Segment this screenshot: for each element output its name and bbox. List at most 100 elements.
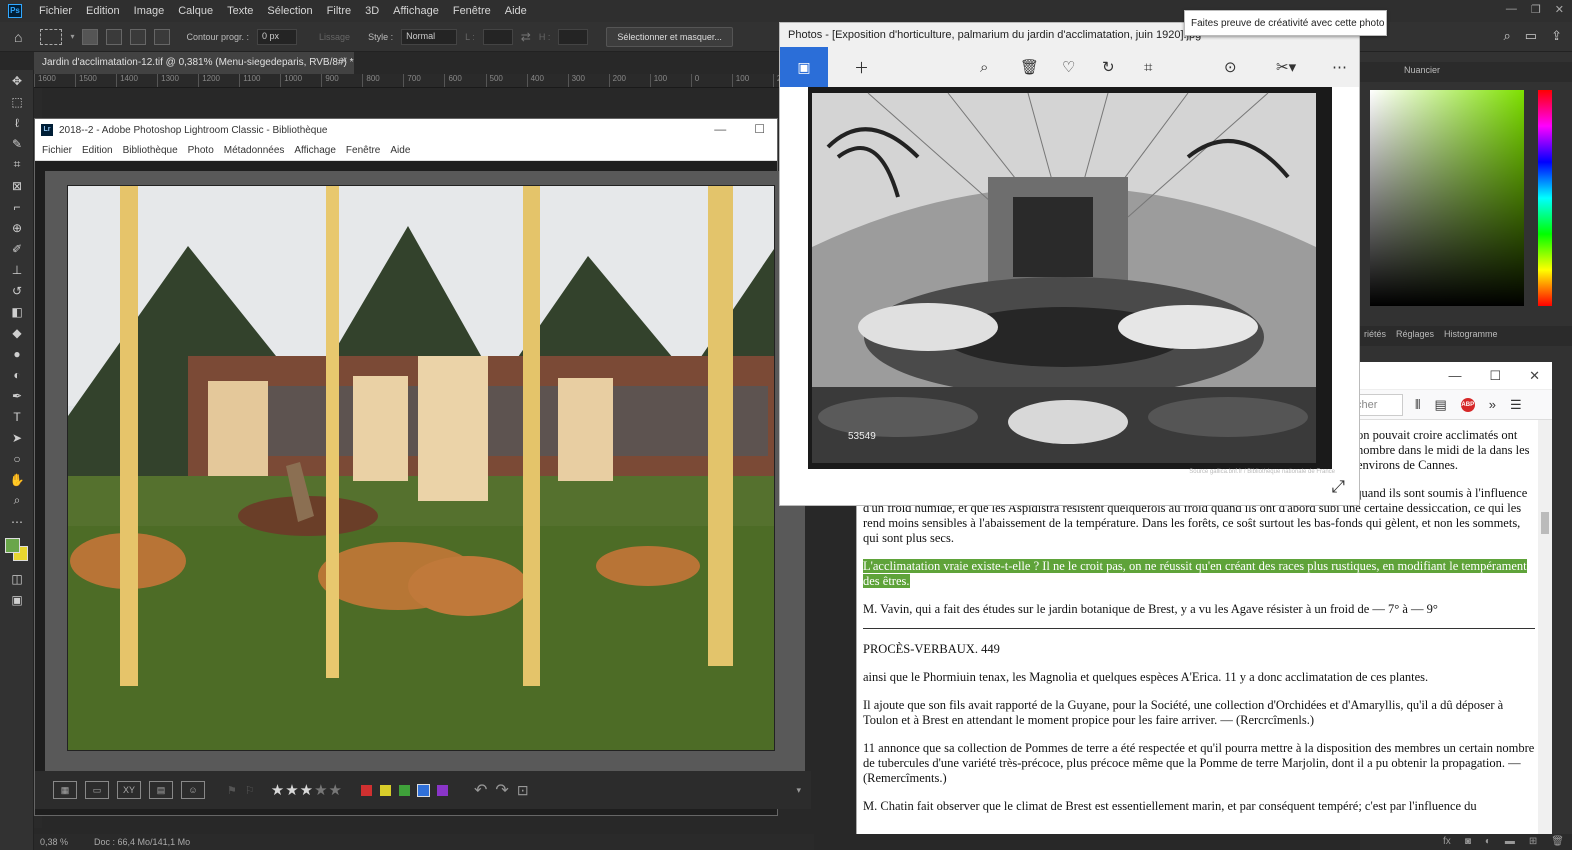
workspace-icon[interactable]: ▭ <box>1525 28 1537 44</box>
zoom-level[interactable]: 0,38 % <box>40 837 68 847</box>
share-icon[interactable]: ⇪ <box>1551 28 1562 44</box>
close-tab-icon[interactable]: ✕ <box>340 56 348 67</box>
tab-nuancier[interactable]: Nuancier <box>1404 65 1440 82</box>
subtract-selection-icon[interactable] <box>130 28 147 45</box>
minimize-icon[interactable]: — <box>1506 3 1517 16</box>
minimize-icon[interactable]: — <box>1448 368 1461 383</box>
red-label[interactable] <box>361 784 372 796</box>
crop-tool-icon[interactable]: ⌗ <box>0 154 34 175</box>
garden-photo[interactable] <box>67 185 775 751</box>
tab-proprietes[interactable]: riétés <box>1364 329 1386 346</box>
gallery-icon[interactable]: ▣ <box>780 47 828 87</box>
move-tool-icon[interactable]: ✥ <box>0 70 34 91</box>
close-icon[interactable]: ✕ <box>1529 368 1540 384</box>
dodge-tool-icon[interactable]: ◐ <box>0 364 34 385</box>
menu-filtre[interactable]: Filtre <box>320 5 358 17</box>
purple-label[interactable] <box>437 784 448 796</box>
toolbar-chevron-icon[interactable]: ▾ <box>796 785 801 796</box>
lasso-tool-icon[interactable]: ℓ <box>0 112 34 133</box>
maximize-icon[interactable]: ❐ <box>1531 3 1541 16</box>
maximize-icon[interactable]: ☐ <box>754 122 765 136</box>
scrollbar[interactable] <box>1538 420 1552 834</box>
library-icon[interactable]: ⫴ <box>1415 397 1420 413</box>
menu-texte[interactable]: Texte <box>220 5 260 17</box>
menu-fenetre[interactable]: Fenêtre <box>446 5 498 17</box>
eyedropper-tool-icon[interactable]: ⌐ <box>0 196 34 217</box>
brush-tool-icon[interactable]: ✐ <box>0 238 34 259</box>
feather-input[interactable]: 0 px <box>257 28 298 45</box>
rotate-icon[interactable]: ↻ <box>1102 47 1115 87</box>
lr-menu-bibliotheque[interactable]: Bibliothèque <box>118 145 183 156</box>
lr-menu-aide[interactable]: Aide <box>385 145 415 156</box>
path-select-tool-icon[interactable]: ➤ <box>0 427 34 448</box>
style-select[interactable]: Normal <box>401 28 458 45</box>
blur-tool-icon[interactable]: ● <box>0 343 34 364</box>
adjustment-icon[interactable]: ◐ <box>1485 836 1491 848</box>
more-tools-icon[interactable]: ⋯ <box>0 511 34 532</box>
maximize-icon[interactable]: ☐ <box>1489 368 1501 384</box>
delete-icon[interactable]: 🗑 <box>1020 47 1039 87</box>
fx-icon[interactable]: fx <box>1443 836 1451 848</box>
people-view-icon[interactable]: ☺ <box>181 781 205 799</box>
lr-menu-photo[interactable]: Photo <box>183 145 219 156</box>
rotate-right-icon[interactable]: ↷ <box>495 780 508 800</box>
menu-selection[interactable]: Sélection <box>260 5 319 17</box>
crop-overlay-icon[interactable]: ⊡ <box>517 782 529 799</box>
expand-icon[interactable]: ⤢ <box>1331 477 1345 497</box>
history-brush-icon[interactable]: ↺ <box>0 280 34 301</box>
screen-mode-icon[interactable]: ▣ <box>0 589 34 610</box>
survey-view-icon[interactable]: ▤ <box>149 781 173 799</box>
quick-select-tool-icon[interactable]: ✎ <box>0 133 34 154</box>
menu-fichier[interactable]: Fichier <box>32 5 79 17</box>
shape-tool-icon[interactable]: ○ <box>0 448 34 469</box>
tab-histogramme[interactable]: Histogramme <box>1444 329 1498 346</box>
lr-menu-affichage[interactable]: Affichage <box>289 145 341 156</box>
new-layer-icon[interactable]: ⊞ <box>1529 836 1537 848</box>
zoom-tool-icon[interactable]: ⌕ <box>0 490 34 511</box>
marquee-tool-icon[interactable]: ⬚ <box>0 91 34 112</box>
menu-3d[interactable]: 3D <box>358 5 386 17</box>
chevron-down-icon[interactable]: ▾ <box>70 32 74 41</box>
text-tool-icon[interactable]: T <box>0 406 34 427</box>
hue-slider[interactable] <box>1538 90 1552 306</box>
bucket-tool-icon[interactable]: ◆ <box>0 322 34 343</box>
flag-icon[interactable]: ⚑ <box>227 784 237 797</box>
menu-aide[interactable]: Aide <box>498 5 534 17</box>
swap-icon[interactable]: ⇄ <box>521 30 531 44</box>
minimize-icon[interactable]: — <box>714 122 726 136</box>
enhance-icon[interactable]: ⊙ <box>1224 47 1237 87</box>
menu-edition[interactable]: Edition <box>79 5 127 17</box>
add-icon[interactable]: ＋ <box>854 47 869 87</box>
pen-tool-icon[interactable]: ✒ <box>0 385 34 406</box>
width-input[interactable] <box>482 28 513 45</box>
grid-view-icon[interactable]: ▦ <box>53 781 77 799</box>
overflow-icon[interactable]: » <box>1489 397 1496 412</box>
star-rating[interactable]: ★★★★★ <box>271 781 343 799</box>
mask-icon[interactable]: ◙ <box>1465 836 1471 848</box>
document-tab[interactable]: Jardin d'acclimatation-12.tif @ 0,381% (… <box>34 52 354 74</box>
trash-icon[interactable]: 🗑 <box>1551 836 1564 848</box>
favorite-icon[interactable]: ♡ <box>1062 47 1075 87</box>
zoom-icon[interactable]: ⌕ <box>980 47 988 87</box>
reject-flag-icon[interactable]: ⚐ <box>245 784 255 797</box>
highlight[interactable]: L'acclimatation vraie existe-t-elle ? Il… <box>863 559 1527 588</box>
tab-reglages[interactable]: Réglages <box>1396 329 1434 346</box>
lr-menu-fenetre[interactable]: Fenêtre <box>341 145 385 156</box>
scrollbar-thumb[interactable] <box>1541 512 1549 534</box>
edit-create-icon[interactable]: ✂▾ <box>1276 47 1296 87</box>
intersect-selection-icon[interactable] <box>154 28 171 45</box>
healing-tool-icon[interactable]: ⊕ <box>0 217 34 238</box>
lightroom-titlebar[interactable]: Lr 2018--2 - Adobe Photoshop Lightroom C… <box>35 119 777 141</box>
quick-mask-icon[interactable]: ◫ <box>0 568 34 589</box>
more-options-icon[interactable]: ⋯ <box>1332 47 1347 87</box>
sidebar-icon[interactable]: ▤ <box>1434 397 1446 413</box>
lr-menu-fichier[interactable]: Fichier <box>37 145 77 156</box>
yellow-label[interactable] <box>380 784 391 796</box>
folder-icon[interactable]: ▬ <box>1505 836 1515 848</box>
height-input[interactable] <box>558 28 589 45</box>
stamp-tool-icon[interactable]: ⊥ <box>0 259 34 280</box>
rotate-left-icon[interactable]: ↶ <box>474 780 487 800</box>
loupe-view-icon[interactable]: ▭ <box>85 781 109 799</box>
hamburger-menu-icon[interactable]: ☰ <box>1510 397 1522 413</box>
frame-tool-icon[interactable]: ⊠ <box>0 175 34 196</box>
